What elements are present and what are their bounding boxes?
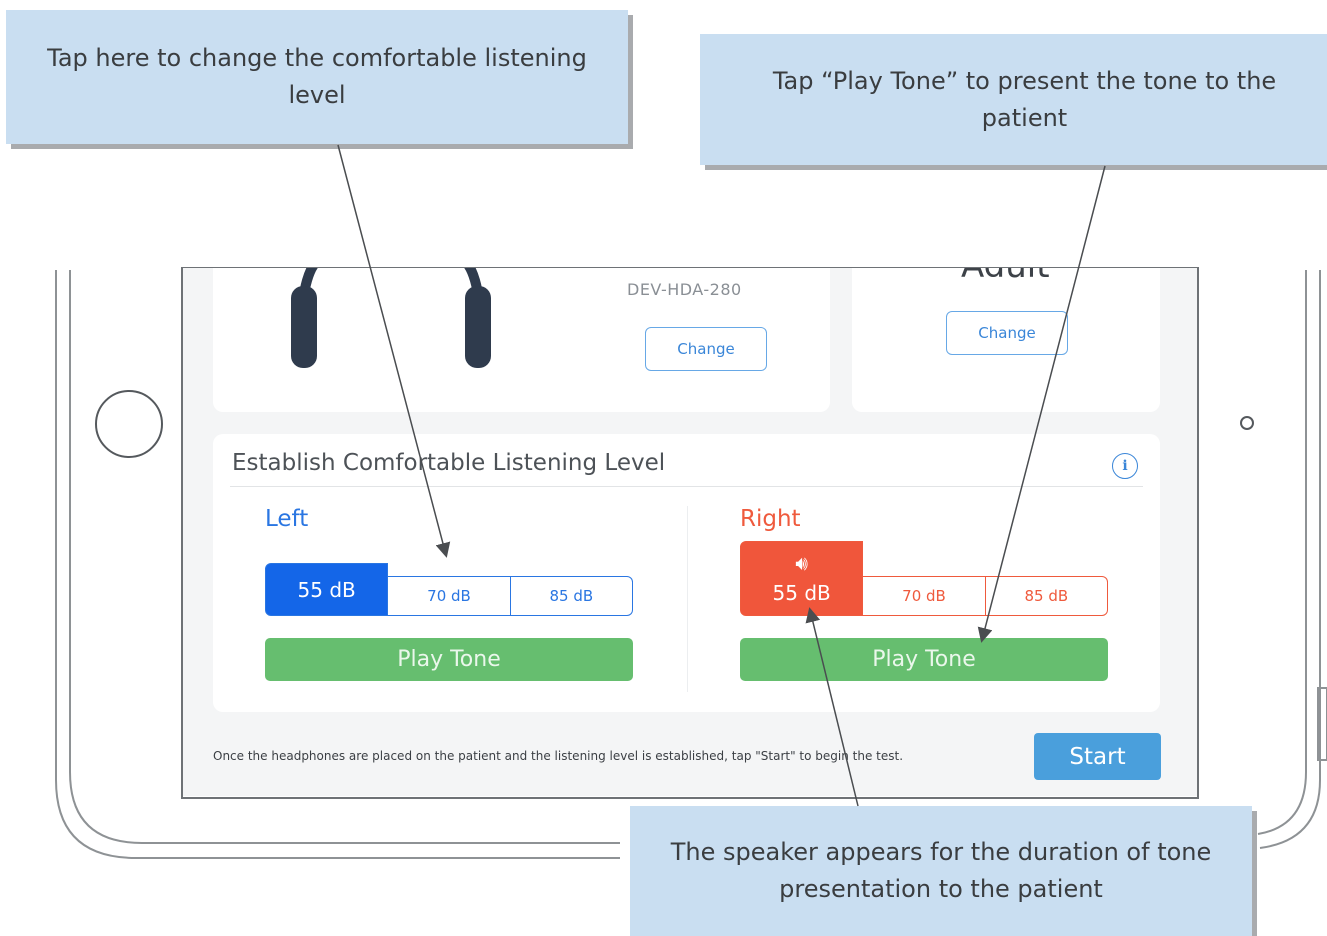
ear-divider <box>687 506 688 692</box>
left-play-tone-button[interactable]: Play Tone <box>265 638 633 681</box>
left-level-55[interactable]: 55 dB <box>265 563 389 616</box>
left-level-selector: 55 dB 70 dB 85 dB <box>265 563 633 616</box>
callout-change-level: Tap here to change the comfortable liste… <box>6 10 628 144</box>
info-icon[interactable]: i <box>1112 453 1138 479</box>
headphone-model: DEV-HDA-280 <box>627 280 742 299</box>
right-level-selector: 🔊︎ 55 dB 70 dB 85 dB <box>740 541 1108 616</box>
left-ear-label: Left <box>265 506 309 532</box>
left-level-85[interactable]: 85 dB <box>510 576 633 616</box>
app-screen: DEV-HDA-280 Change Adult Change Establis… <box>183 268 1197 796</box>
left-level-70[interactable]: 70 dB <box>388 576 511 616</box>
footer-instruction: Once the headphones are placed on the pa… <box>213 749 904 763</box>
start-button[interactable]: Start <box>1034 733 1161 780</box>
right-level-55[interactable]: 🔊︎ 55 dB <box>740 541 864 616</box>
age-group-value: Adult <box>961 268 1050 286</box>
title-divider <box>230 486 1143 487</box>
change-age-group-button[interactable]: Change <box>946 311 1068 355</box>
right-play-tone-button[interactable]: Play Tone <box>740 638 1108 681</box>
right-level-55-label: 55 dB <box>772 580 831 605</box>
age-group-card: Adult Change <box>852 268 1160 412</box>
listening-level-title: Establish Comfortable Listening Level <box>232 450 666 476</box>
headphones-icon <box>291 268 491 368</box>
right-level-70[interactable]: 70 dB <box>863 576 986 616</box>
speaker-icon: 🔊︎ <box>795 550 808 575</box>
change-headphones-button[interactable]: Change <box>645 327 767 371</box>
callout-play-tone: Tap “Play Tone” to present the tone to t… <box>700 34 1327 165</box>
callout-speaker: The speaker appears for the duration of … <box>630 806 1252 936</box>
right-ear-label: Right <box>740 506 801 532</box>
listening-level-card: Establish Comfortable Listening Level i … <box>213 434 1160 712</box>
headphones-card: DEV-HDA-280 Change <box>213 268 830 412</box>
right-level-85[interactable]: 85 dB <box>985 576 1108 616</box>
